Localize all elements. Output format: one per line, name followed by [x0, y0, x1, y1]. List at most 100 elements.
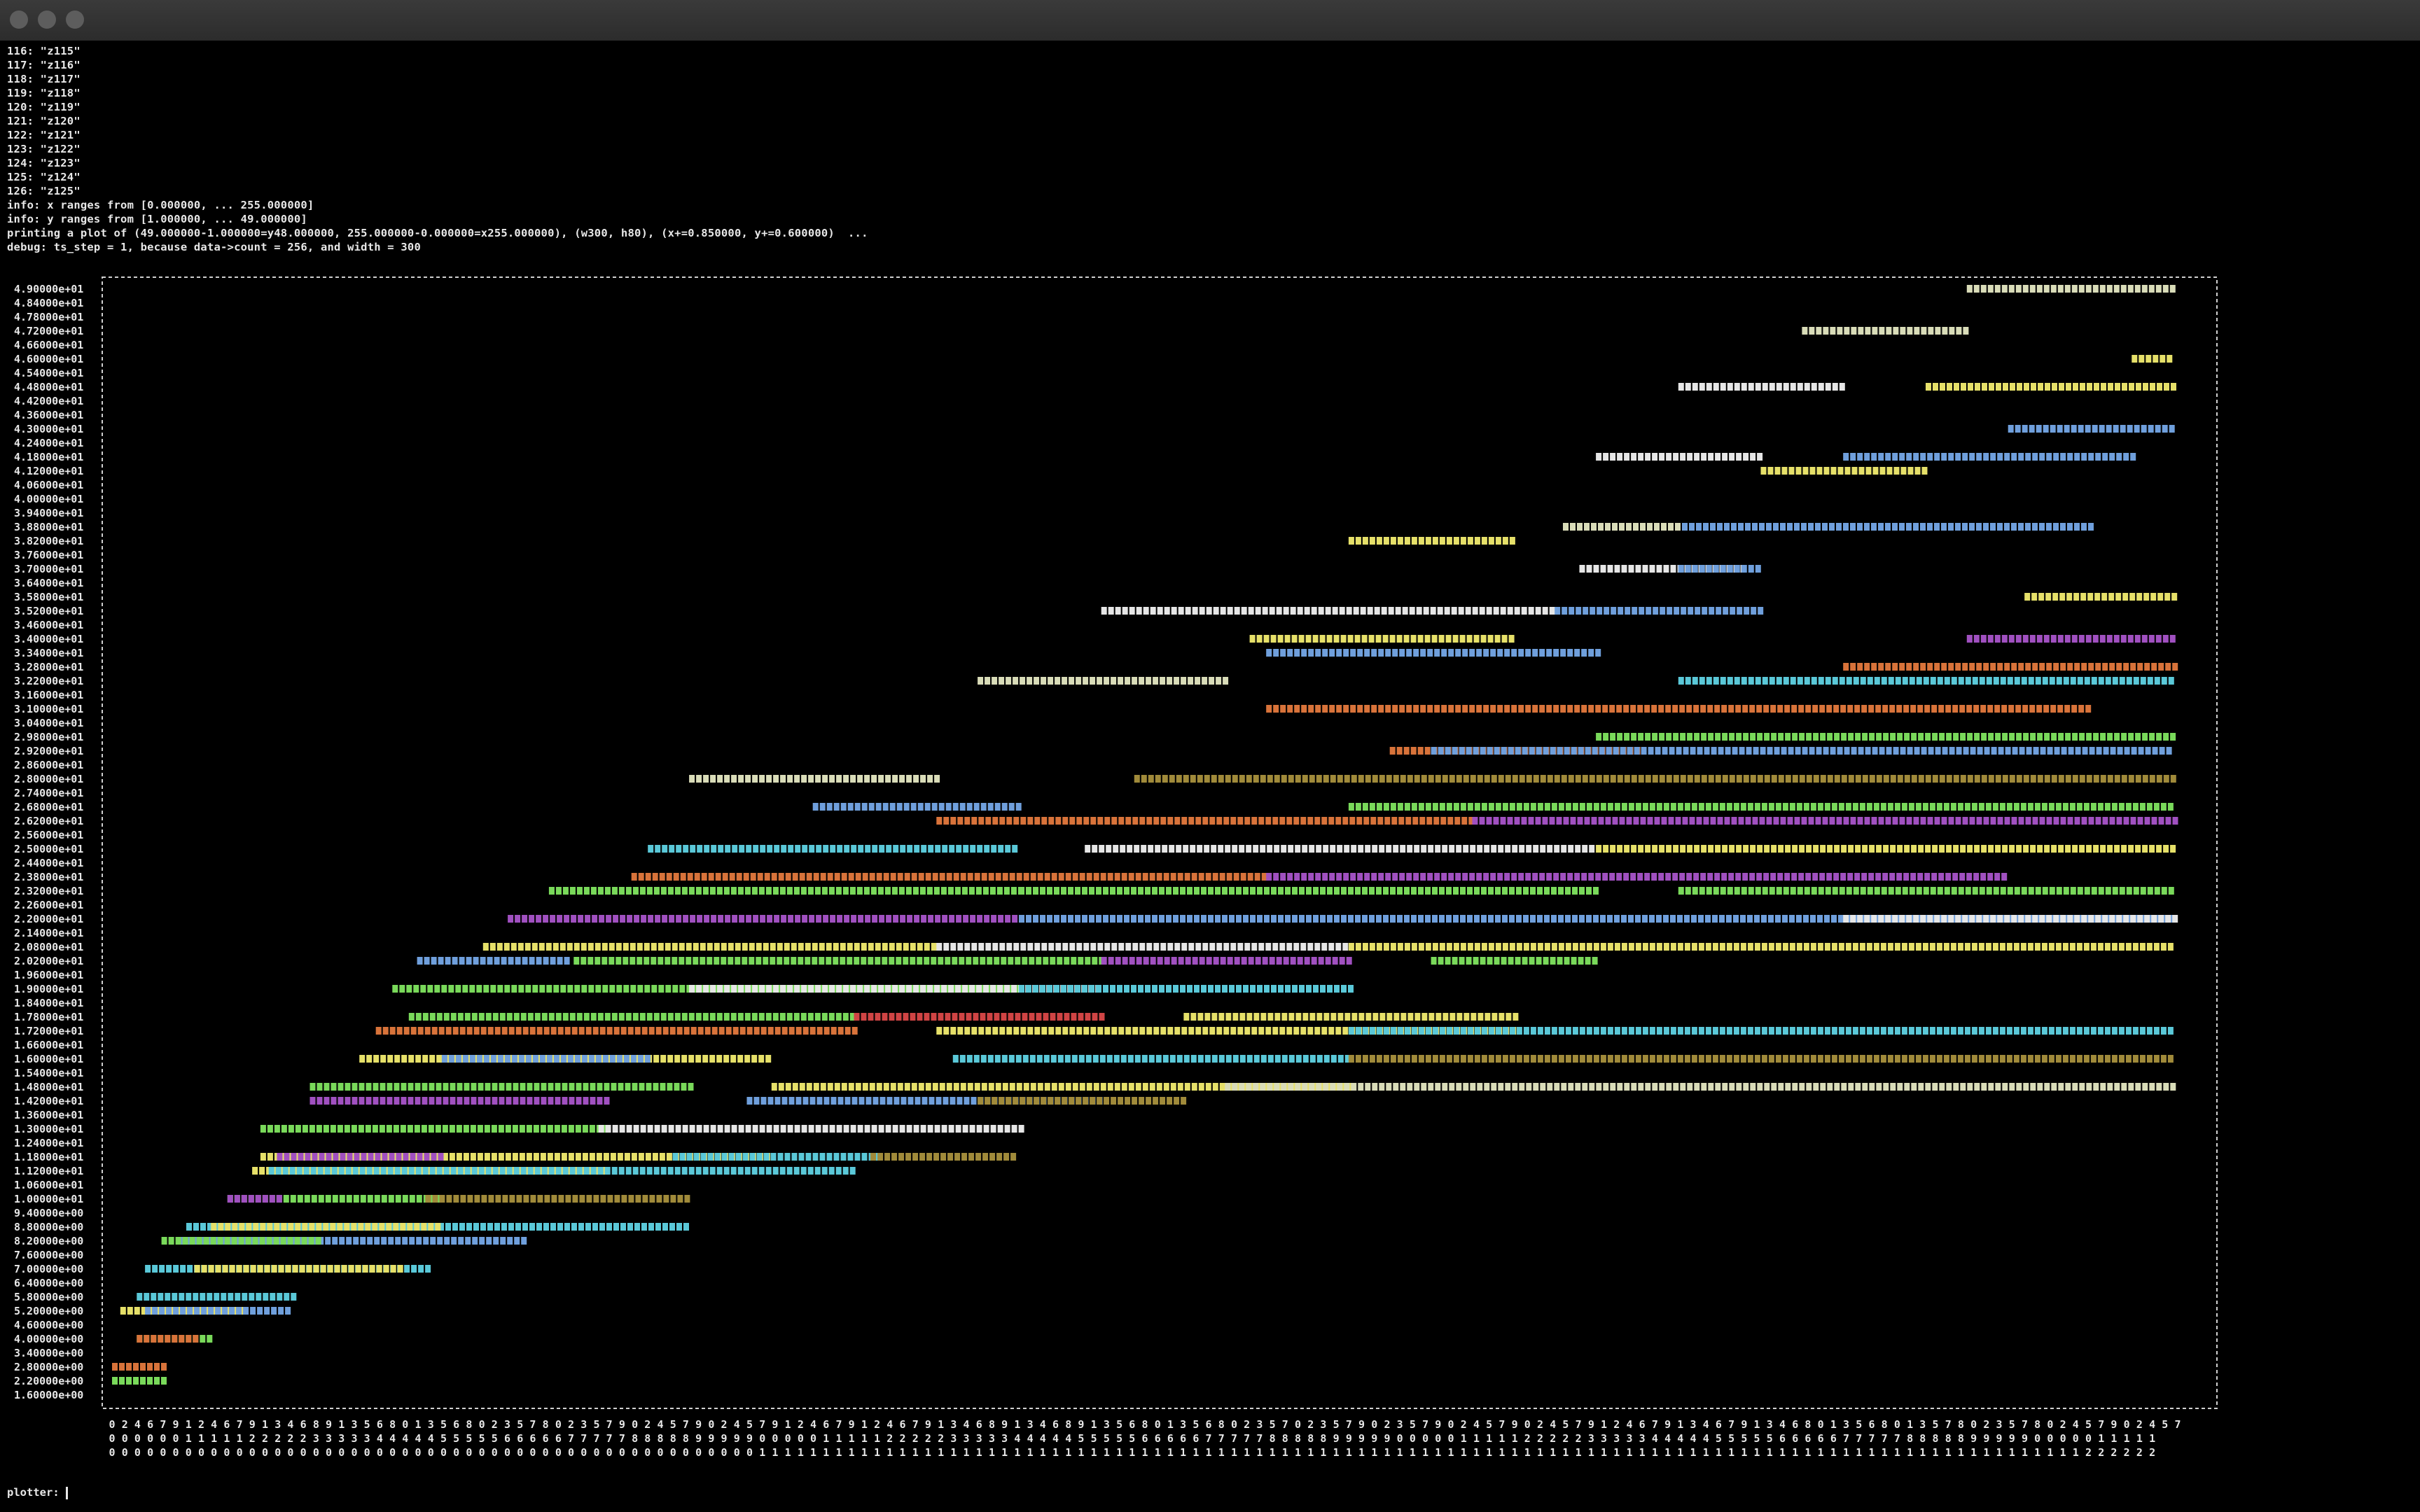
plot-glyph — [868, 1013, 874, 1021]
plot-glyph — [1001, 1013, 1007, 1021]
plot-glyph — [2137, 817, 2143, 825]
plot-glyph — [1124, 915, 1129, 923]
plot-glyph — [1768, 803, 1774, 811]
x-tick-digit: 6 — [1180, 1432, 1186, 1445]
x-tick-digit: 1 — [849, 1446, 855, 1459]
plot-glyph — [1226, 873, 1232, 881]
plot-glyph — [207, 1293, 213, 1301]
plot-glyph — [1460, 887, 1466, 895]
plot-glyph — [2079, 845, 2085, 853]
plot-glyph — [890, 873, 896, 881]
plot-glyph — [1680, 1083, 1686, 1091]
plot-glyph — [1894, 1027, 1900, 1035]
plot-glyph — [2156, 733, 2162, 741]
x-tick-digit: 2 — [300, 1432, 307, 1445]
plot-glyph — [1707, 705, 1713, 713]
x-tick-digit: 4 — [1040, 1418, 1046, 1431]
plot-glyph — [1295, 845, 1301, 853]
plot-glyph — [1211, 1055, 1218, 1063]
plot-glyph — [1099, 845, 1105, 853]
plot-series-segment — [310, 1083, 694, 1091]
x-tick-digit: 3 — [1027, 1418, 1034, 1431]
plot-glyph — [180, 1307, 186, 1315]
plot-glyph — [1267, 1055, 1274, 1063]
plot-glyph — [459, 957, 465, 965]
plot-glyph — [778, 873, 784, 881]
plot-glyph — [1929, 803, 1935, 811]
plot-glyph — [597, 1083, 603, 1091]
plot-glyph — [1265, 817, 1272, 825]
plot-glyph — [1600, 803, 1606, 811]
x-tick-digit: 5 — [1091, 1432, 1097, 1445]
x-tick-digit: 0 — [734, 1446, 740, 1459]
plot-glyph — [1384, 817, 1391, 825]
plot-glyph — [973, 957, 979, 965]
plot-glyph — [193, 1335, 199, 1343]
plot-glyph — [794, 775, 800, 783]
x-tick-digit: 8 — [466, 1418, 472, 1431]
plot-glyph — [1976, 915, 1982, 923]
plot-glyph — [424, 1153, 430, 1161]
plot-glyph — [1406, 873, 1412, 881]
plot-glyph — [1002, 1083, 1008, 1091]
plot-glyph — [494, 1027, 501, 1035]
plot-glyph — [1869, 775, 1875, 783]
plot-glyph — [373, 1055, 380, 1063]
plot-glyph — [1700, 705, 1706, 713]
plot-glyph — [594, 957, 601, 965]
plot-glyph — [967, 873, 973, 881]
plot-glyph — [1439, 1027, 1445, 1035]
plot-glyph — [1455, 705, 1461, 713]
plot-glyph — [417, 957, 423, 965]
plot-glyph — [1314, 817, 1321, 825]
plot-series-segment — [1101, 957, 1352, 965]
plot-glyph — [401, 1083, 407, 1091]
plot-glyph — [947, 1153, 954, 1161]
plot-glyph — [194, 1265, 200, 1273]
plot-glyph — [1617, 845, 1623, 853]
plot-glyph — [527, 1097, 533, 1105]
plot-glyph — [1897, 775, 1903, 783]
plot-glyph — [830, 845, 836, 853]
y-tick-label: 4.60000e+00 — [14, 1319, 83, 1331]
plot-glyph — [1571, 747, 1577, 755]
plot-glyph — [1742, 705, 1748, 713]
x-tick-digit: 6 — [1868, 1418, 1875, 1431]
plot-glyph — [2126, 677, 2132, 685]
plot-glyph — [780, 775, 786, 783]
y-tick-label: 4.66000e+01 — [14, 339, 83, 351]
plot-glyph — [1477, 845, 1483, 853]
plot-glyph — [971, 943, 978, 951]
plot-glyph — [256, 1293, 262, 1301]
plot-glyph — [746, 1027, 753, 1035]
plot-glyph — [780, 985, 786, 993]
x-tick-digit: 2 — [1576, 1432, 1582, 1445]
x-tick-digit: 1 — [1664, 1446, 1671, 1459]
x-tick-digit: 4 — [428, 1432, 434, 1445]
plot-glyph — [892, 775, 898, 783]
plot-glyph — [1722, 845, 1728, 853]
plot-glyph — [1215, 915, 1221, 923]
plot-glyph — [889, 1013, 895, 1021]
plot-glyph — [2090, 803, 2096, 811]
plot-glyph — [728, 957, 734, 965]
plot-glyph — [1327, 985, 1333, 993]
plot-glyph — [1846, 677, 1852, 685]
plot-glyph — [2081, 915, 2087, 923]
x-tick-digit: 7 — [593, 1432, 599, 1445]
plot-glyph — [1789, 943, 1795, 951]
x-tick-digit: 7 — [237, 1418, 243, 1431]
plot-glyph — [2000, 677, 2006, 685]
plot-glyph — [250, 1265, 256, 1273]
plot-glyph — [816, 1027, 823, 1035]
plot-glyph — [1344, 775, 1350, 783]
x-tick-digit: 0 — [326, 1446, 332, 1459]
plot-glyph — [372, 1125, 378, 1133]
plot-glyph — [1040, 915, 1045, 923]
plot-glyph — [465, 1237, 471, 1245]
plot-glyph — [816, 915, 822, 923]
plot-glyph — [735, 957, 741, 965]
plot-glyph — [1003, 1153, 1010, 1161]
plot-glyph — [443, 1083, 449, 1091]
plot-glyph — [2002, 733, 2008, 741]
